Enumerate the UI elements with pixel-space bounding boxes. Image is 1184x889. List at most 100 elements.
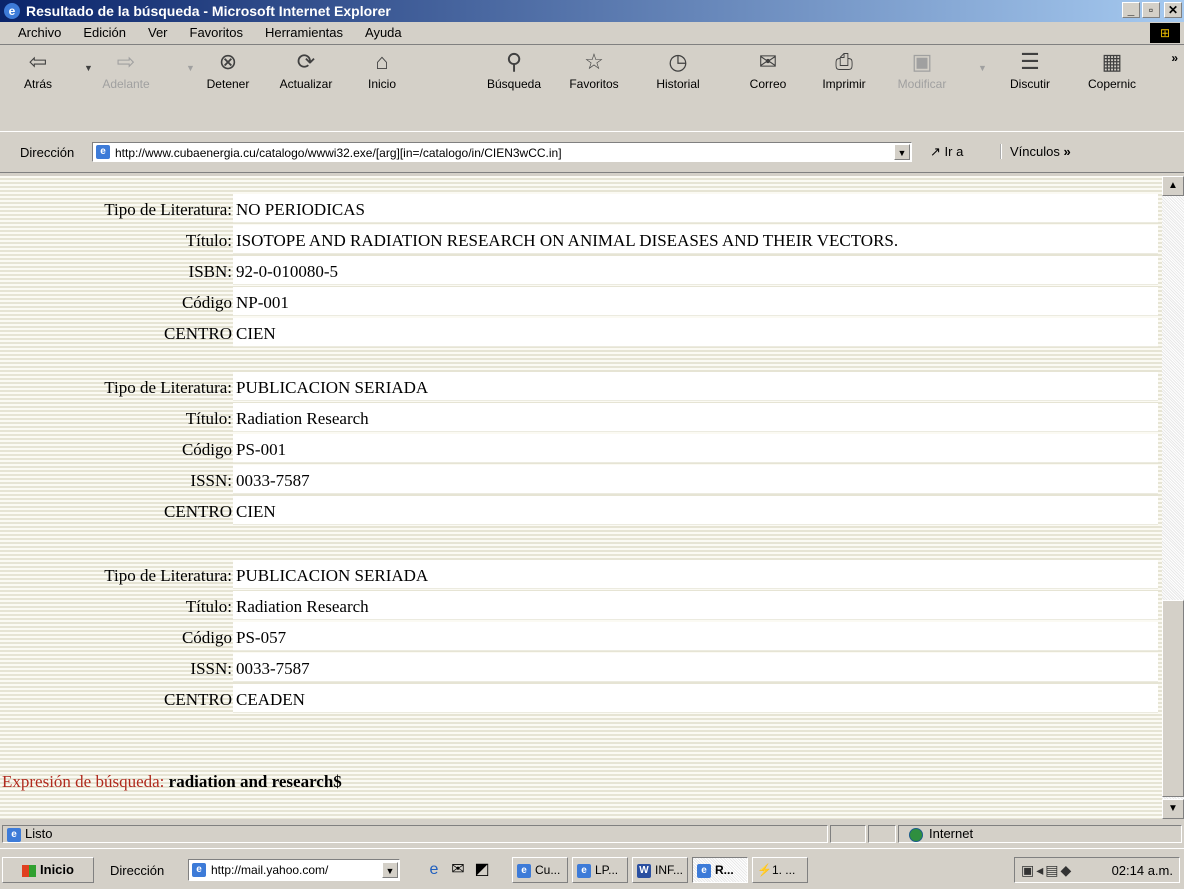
menu-ver[interactable]: Ver <box>144 25 172 40</box>
search-expression-label: Expresión de búsqueda: <box>2 772 165 791</box>
menu-favoritos[interactable]: Favoritos <box>186 25 247 40</box>
search-icon: ⚲ <box>505 49 523 74</box>
scroll-down-button[interactable]: ▼ <box>1162 799 1184 819</box>
scroll-up-button[interactable]: ▲ <box>1162 176 1184 196</box>
vertical-scrollbar[interactable]: ▲ ▼ <box>1162 176 1184 819</box>
taskbar-address-dropdown-icon[interactable]: ▼ <box>382 862 398 878</box>
field-label: Código <box>181 440 232 459</box>
stop-label: Detener <box>206 77 250 91</box>
menu-bar: Archivo Edición Ver Favoritos Herramient… <box>0 22 1184 45</box>
field-label: CENTRO <box>164 324 232 343</box>
home-label: Inicio <box>367 77 396 91</box>
record-row: ISBN: 92-0-010080-5 <box>0 256 1162 285</box>
history-button[interactable]: ◷ Historial <box>646 49 710 91</box>
internet-explorer-quicklaunch-icon[interactable]: e <box>424 861 444 879</box>
field-value: CEADEN <box>233 684 1158 713</box>
forward-button[interactable]: ⇨ Adelante <box>94 49 158 91</box>
back-button[interactable]: ⇦ Atrás <box>6 49 70 91</box>
field-label: Tipo de Literatura: <box>104 566 232 585</box>
address-dropdown-icon[interactable]: ▼ <box>894 144 910 160</box>
window-title: Resultado de la búsqueda - Microsoft Int… <box>26 3 391 19</box>
back-dropdown-icon[interactable]: ▼ <box>84 63 93 73</box>
links-label: Vínculos <box>1010 144 1060 159</box>
search-expression-value: radiation and research$ <box>168 772 342 791</box>
taskbar-address-label: Dirección <box>110 863 165 878</box>
stop-icon: ⊗ <box>218 49 238 74</box>
field-label: Código <box>181 628 232 647</box>
menu-herramientas[interactable]: Herramientas <box>261 25 347 40</box>
home-icon: ⌂ <box>375 49 389 74</box>
record-row: CENTRO CIEN <box>0 496 1162 525</box>
refresh-button[interactable]: ⟳ Actualizar <box>274 49 338 91</box>
minimize-button[interactable]: _ <box>1122 2 1140 18</box>
menu-archivo[interactable]: Archivo <box>14 25 65 40</box>
field-label: Código <box>181 293 232 312</box>
word-document-icon: W <box>637 863 651 878</box>
field-label: Título: <box>185 597 232 616</box>
record-row: Título: Radiation Research <box>0 591 1162 620</box>
record-row: Tipo de Literatura: NO PERIODICAS <box>0 194 1162 223</box>
page-content: Tipo de Literatura: NO PERIODICAS Título… <box>0 176 1162 819</box>
field-value: CIEN <box>233 496 1158 525</box>
links-button[interactable]: Vínculos » <box>1000 144 1071 159</box>
tray-icons[interactable]: ▣◂▤◆ <box>1021 862 1073 879</box>
address-input[interactable]: e http://www.cubaenergia.cu/catalogo/www… <box>92 142 912 162</box>
menu-ayuda[interactable]: Ayuda <box>361 25 406 40</box>
copernic-icon: ▦ <box>1101 49 1123 74</box>
start-button[interactable]: Inicio <box>2 857 94 883</box>
discuss-icon: ☰ <box>1020 49 1040 74</box>
field-value: 92-0-010080-5 <box>233 256 1158 285</box>
copernic-button[interactable]: ▦ Copernic <box>1080 49 1144 91</box>
field-value: 0033-7587 <box>233 465 1158 494</box>
forward-dropdown-icon[interactable]: ▼ <box>186 63 195 73</box>
taskbar-item[interactable]: W INF... <box>632 857 688 883</box>
taskbar-item[interactable]: e Cu... <box>512 857 568 883</box>
windows-flag-icon <box>22 864 37 877</box>
field-value: ISOTOPE AND RADIATION RESEARCH ON ANIMAL… <box>233 225 1158 254</box>
taskbar-item-label: LP... <box>595 863 619 877</box>
field-label: Título: <box>185 409 232 428</box>
discuss-label: Discutir <box>1009 77 1050 91</box>
taskbar-item-label: INF... <box>655 863 684 877</box>
taskbar-item[interactable]: ⚡1. ... <box>752 857 808 883</box>
show-desktop-quicklaunch-icon[interactable]: ◩ <box>472 861 492 879</box>
menu-edicion[interactable]: Edición <box>79 25 130 40</box>
taskbar-address-url: http://mail.yahoo.com/ <box>211 863 329 877</box>
field-label: ISSN: <box>190 659 232 678</box>
page-icon: e <box>96 145 110 159</box>
record-row: Título: Radiation Research <box>0 403 1162 432</box>
record-row: ISSN: 0033-7587 <box>0 465 1162 494</box>
field-label: CENTRO <box>164 502 232 521</box>
taskbar-address-input[interactable]: e http://mail.yahoo.com/ ▼ <box>188 859 400 881</box>
print-button[interactable]: ⎙ Imprimir <box>812 49 876 91</box>
internet-explorer-icon: e <box>4 3 20 19</box>
close-button[interactable]: ✕ <box>1164 2 1182 18</box>
record-row: ISSN: 0033-7587 <box>0 653 1162 682</box>
scrollbar-thumb[interactable] <box>1162 600 1184 797</box>
go-button[interactable]: ↗ Ir a <box>930 144 963 160</box>
favorites-button[interactable]: ☆ Favoritos <box>562 49 626 91</box>
toolbar-overflow-icon[interactable]: » <box>1171 51 1178 65</box>
search-button[interactable]: ⚲ Búsqueda <box>482 49 546 91</box>
home-button[interactable]: ⌂ Inicio <box>350 49 414 91</box>
record-row: Código PS-057 <box>0 622 1162 651</box>
outlook-quicklaunch-icon[interactable]: ✉ <box>448 861 468 879</box>
edit-button[interactable]: ▣ Modificar <box>890 49 954 91</box>
stop-button[interactable]: ⊗ Detener <box>196 49 260 91</box>
toolbar: ⇦ Atrás ▼ ⇨ Adelante ▼ ⊗ Detener ⟳ Actua… <box>0 45 1184 131</box>
search-expression: Expresión de búsqueda: radiation and res… <box>2 772 342 792</box>
discuss-button[interactable]: ☰ Discutir <box>998 49 1062 91</box>
taskbar-item[interactable]: e LP... <box>572 857 628 883</box>
status-pane-empty <box>868 825 896 843</box>
status-text: Listo <box>25 826 53 841</box>
favorites-label: Favoritos <box>569 77 619 91</box>
tray-clock[interactable]: 02:14 a.m. <box>1112 863 1173 878</box>
taskbar-item-active[interactable]: e R... <box>692 857 748 883</box>
search-label: Búsqueda <box>486 77 542 91</box>
field-label: ISBN: <box>188 262 232 281</box>
maximize-button[interactable]: ▫ <box>1142 2 1160 18</box>
record-row: Tipo de Literatura: PUBLICACION SERIADA <box>0 560 1162 589</box>
edit-dropdown-icon[interactable]: ▼ <box>978 63 987 73</box>
taskbar-item-label: Cu... <box>535 863 561 877</box>
mail-button[interactable]: ✉ Correo <box>736 49 800 91</box>
